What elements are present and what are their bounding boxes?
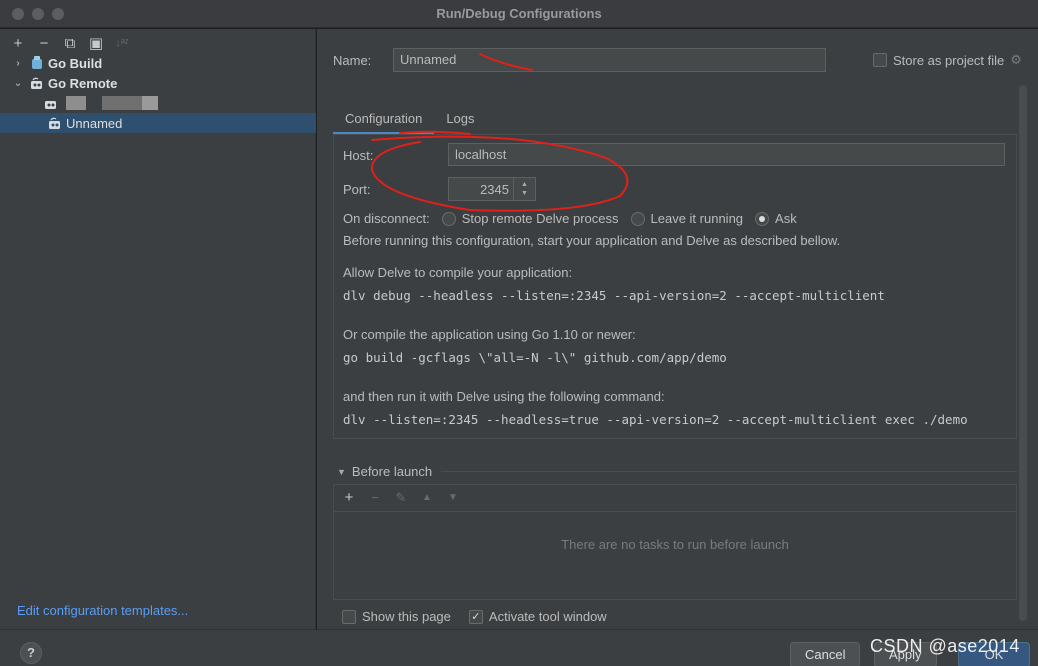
configuration-panel: Host: localhost Port: 2345 ▲ ▼ On discon… — [333, 135, 1017, 439]
chevron-right-icon[interactable]: › — [12, 58, 24, 69]
tree-item-redacted[interactable] — [0, 93, 316, 113]
configurations-tree: › Go Build ⌄ Go Remote Unnamed — [0, 53, 316, 133]
copy-configuration-button[interactable]: ⧉ — [62, 35, 78, 51]
radio-stop-remote[interactable]: Stop remote Delve process — [441, 211, 619, 226]
radio-leave-running[interactable]: Leave it running — [630, 211, 744, 226]
before-launch-empty-text: There are no tasks to run before launch — [561, 537, 789, 552]
tree-item-label: Go Remote — [48, 75, 118, 91]
activate-tool-window-option[interactable]: ✓ Activate tool window — [468, 609, 607, 624]
help-button[interactable]: ? — [20, 642, 42, 664]
chevron-down-icon[interactable]: ⌄ — [12, 78, 24, 89]
sort-configurations-button[interactable]: ↓ᵃᶻ — [114, 35, 130, 51]
store-as-project-file-label: Store as project file — [893, 52, 1005, 68]
move-up-button[interactable]: ▲ — [420, 492, 434, 503]
go-build-command: go build -gcflags \"all=-N -l\" github.c… — [343, 350, 727, 365]
tree-item-label: Go Build — [48, 55, 103, 71]
tree-item-go-remote[interactable]: ⌄ Go Remote — [0, 73, 316, 93]
gear-icon[interactable]: ⚙ — [1010, 52, 1022, 68]
dlv-exec-command: dlv --listen=:2345 --headless=true --api… — [343, 412, 968, 427]
spin-up-icon[interactable]: ▲ — [521, 180, 528, 189]
go-remote-icon — [30, 76, 44, 90]
activate-tool-window-checkbox[interactable]: ✓ — [468, 609, 483, 624]
cancel-button[interactable]: Cancel — [790, 642, 861, 666]
port-label: Port: — [343, 182, 371, 197]
radio-button-selected[interactable] — [755, 211, 770, 226]
host-label: Host: — [343, 148, 374, 163]
radio-button[interactable] — [441, 211, 456, 226]
show-this-page-label: Show this page — [362, 609, 451, 624]
tree-item-unnamed[interactable]: Unnamed — [0, 113, 316, 133]
before-launch-panel: + − ✎ ▲ ▼ There are no tasks to run befo… — [333, 484, 1017, 600]
watermark-text: CSDN @ase2014 — [870, 636, 1020, 656]
radio-label: Ask — [775, 211, 797, 226]
vertical-scrollbar[interactable] — [1019, 85, 1027, 621]
redacted-label-block — [102, 96, 142, 110]
activate-tool-window-label: Activate tool window — [488, 609, 607, 624]
tree-item-label: Unnamed — [66, 115, 123, 131]
move-to-folder-button[interactable]: ▣ — [88, 35, 104, 51]
store-as-project-file-checkbox[interactable] — [873, 53, 887, 67]
radio-ask[interactable]: Ask — [755, 211, 797, 226]
name-label: Name: — [333, 53, 372, 68]
edit-configuration-templates-link[interactable]: Edit configuration templates... — [17, 603, 188, 618]
triangle-down-icon[interactable]: ▼ — [337, 467, 346, 477]
name-input[interactable]: Unnamed — [393, 48, 826, 72]
configurations-sidebar: + − ⧉ ▣ ↓ᵃᶻ › Go Build ⌄ Go Remote Unnam… — [0, 29, 316, 629]
on-disconnect-label: On disconnect: — [343, 211, 430, 226]
dlv-debug-command: dlv debug --headless --listen=:2345 --ap… — [343, 288, 885, 303]
show-this-page-checkbox[interactable] — [342, 609, 356, 624]
allow-delve-text: Allow Delve to compile your application: — [343, 265, 573, 280]
compile-text: Or compile the application using Go 1.10… — [343, 327, 636, 342]
add-task-button[interactable]: + — [342, 489, 356, 506]
redacted-label-block — [142, 96, 158, 110]
go-remote-icon — [48, 116, 62, 130]
go-build-icon — [30, 56, 44, 70]
tab-logs[interactable]: Logs — [434, 109, 486, 135]
bottom-options: Show this page ✓ Activate tool window — [342, 609, 607, 624]
then-run-text: and then run it with Delve using the fol… — [343, 389, 665, 404]
port-stepper[interactable]: 2345 ▲ ▼ — [448, 177, 536, 201]
move-down-button[interactable]: ▼ — [446, 492, 460, 503]
before-launch-header[interactable]: ▼ Before launch — [337, 464, 432, 479]
radio-label: Leave it running — [650, 211, 744, 226]
store-as-project-file[interactable]: Store as project file ⚙ — [873, 52, 1022, 68]
tab-bar: Configuration Logs — [333, 109, 487, 135]
remove-configuration-button[interactable]: − — [36, 35, 52, 51]
before-launch-title: Before launch — [351, 464, 433, 479]
tree-item-go-build[interactable]: › Go Build — [0, 53, 316, 73]
info-text: Before running this configuration, start… — [343, 233, 841, 248]
go-remote-icon — [44, 96, 58, 110]
sidebar-toolbar: + − ⧉ ▣ ↓ᵃᶻ — [10, 33, 130, 53]
add-configuration-button[interactable]: + — [10, 35, 26, 51]
title-bar: Run/Debug Configurations — [0, 0, 1038, 28]
on-disconnect-group: On disconnect: Stop remote Delve process… — [343, 211, 797, 226]
port-value: 2345 — [480, 182, 509, 197]
host-input[interactable]: localhost — [448, 143, 1005, 166]
check-icon: ✓ — [471, 611, 481, 623]
configuration-editor: Name: Unnamed Store as project file ⚙ Co… — [317, 29, 1038, 629]
before-launch-toolbar: + − ✎ ▲ ▼ — [342, 489, 460, 506]
tab-configuration[interactable]: Configuration — [333, 109, 435, 135]
remove-task-button[interactable]: − — [368, 490, 382, 505]
before-launch-toolbar-divider — [334, 511, 1016, 512]
port-spinner[interactable]: ▲ ▼ — [513, 178, 535, 200]
edit-task-button[interactable]: ✎ — [394, 490, 408, 506]
redacted-label-block — [66, 96, 86, 110]
before-launch-divider — [441, 471, 1017, 472]
spin-down-icon[interactable]: ▼ — [521, 189, 528, 198]
show-this-page-option[interactable]: Show this page — [342, 609, 451, 624]
radio-button[interactable] — [630, 211, 645, 226]
window-title: Run/Debug Configurations — [436, 6, 602, 21]
radio-label: Stop remote Delve process — [461, 211, 619, 226]
